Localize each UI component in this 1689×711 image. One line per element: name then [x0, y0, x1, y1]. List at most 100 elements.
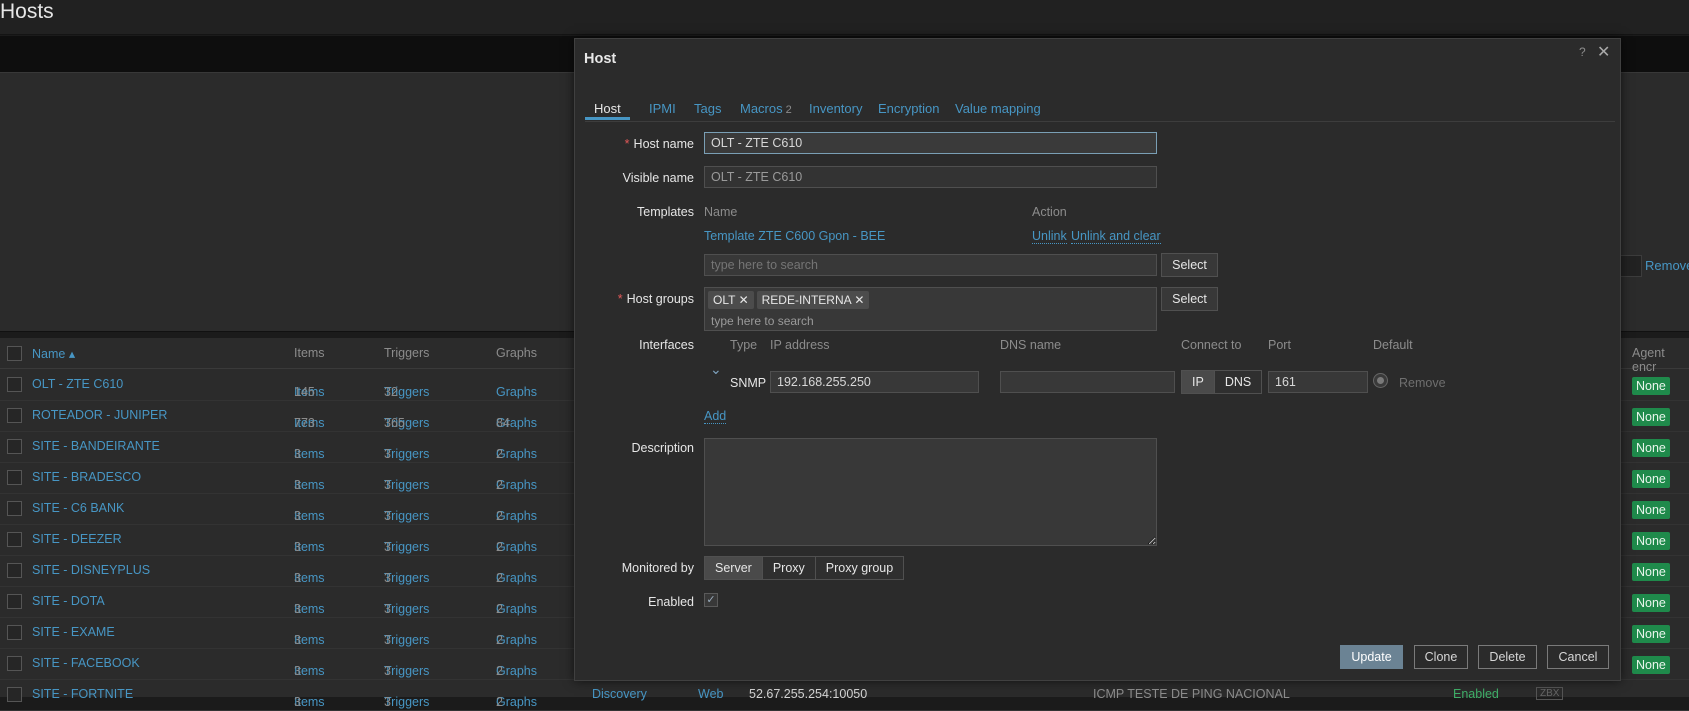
row-checkbox[interactable]: [7, 470, 22, 485]
row-checkbox[interactable]: [7, 656, 22, 671]
row-checkbox[interactable]: [7, 408, 22, 423]
row-checkbox[interactable]: [7, 377, 22, 392]
host-name-link[interactable]: SITE - FORTNITE: [32, 687, 133, 701]
items-count: 3: [294, 664, 301, 678]
graphs-link[interactable]: Graphs: [496, 385, 537, 399]
host-name-link[interactable]: SITE - BANDEIRANTE: [32, 439, 160, 453]
remove-tag-icon[interactable]: ✕: [854, 293, 864, 307]
column-graphs: Graphs: [496, 346, 537, 360]
host-name-input[interactable]: [704, 132, 1157, 154]
status-enabled[interactable]: Enabled: [1453, 687, 1499, 701]
tab-value-mapping[interactable]: Value mapping: [955, 101, 1041, 116]
graphs-count: 2: [496, 695, 503, 709]
items-count: 3: [294, 540, 301, 554]
iface-remove-button[interactable]: Remove: [1399, 376, 1446, 390]
triggers-count: 3: [384, 633, 391, 647]
iface-col-dns: DNS name: [1000, 338, 1062, 352]
web-link[interactable]: Web: [698, 687, 723, 701]
host-name-link[interactable]: OLT - ZTE C610: [32, 377, 123, 391]
help-icon[interactable]: ?: [1579, 45, 1586, 59]
host-name-link[interactable]: SITE - FACEBOOK: [32, 656, 140, 670]
agent-encryption-badge: None: [1632, 377, 1670, 395]
iface-port-input[interactable]: [1268, 371, 1368, 393]
row-checkbox[interactable]: [7, 563, 22, 578]
items-count: 3: [294, 695, 301, 709]
host-name-link[interactable]: SITE - DEEZER: [32, 532, 122, 546]
cancel-button[interactable]: Cancel: [1547, 645, 1609, 669]
tab-ipmi[interactable]: IPMI: [649, 101, 676, 116]
dialog-title: Host: [584, 51, 617, 67]
host-name-link[interactable]: SITE - EXAME: [32, 625, 115, 639]
discovery-link[interactable]: Discovery: [592, 687, 647, 701]
unlink-and-clear-button[interactable]: Unlink and clear: [1071, 229, 1161, 244]
filter-remove-link[interactable]: Remove: [1645, 258, 1689, 273]
items-count: 3: [294, 509, 301, 523]
graphs-count: 2: [496, 509, 503, 523]
monitored-proxy-option[interactable]: Proxy: [762, 557, 816, 579]
host-name-link[interactable]: SITE - DISNEYPLUS: [32, 563, 150, 577]
monitored-server-option[interactable]: Server: [705, 557, 763, 579]
graphs-count: 2: [496, 478, 503, 492]
chevron-down-icon[interactable]: ⌄: [710, 361, 722, 378]
add-interface-link[interactable]: Add: [704, 409, 727, 424]
host-name-link[interactable]: SITE - BRADESCO: [32, 470, 141, 484]
iface-dns-input[interactable]: [1000, 371, 1175, 393]
graphs-count: 84: [496, 416, 510, 430]
host-name-link[interactable]: ROTEADOR - JUNIPER: [32, 408, 167, 422]
host-dialog: Host ? ✕ Host IPMI Tags Macros 2 Inventor…: [574, 38, 1621, 681]
tab-inventory[interactable]: Inventory: [809, 101, 862, 116]
monitored-proxy-group-option[interactable]: Proxy group: [815, 557, 904, 579]
description-label: Description: [631, 441, 694, 455]
host-groups-search-placeholder[interactable]: type here to search: [711, 314, 814, 328]
column-name[interactable]: Name ▴: [32, 346, 75, 361]
connect-ip-option[interactable]: IP: [1182, 371, 1215, 393]
agent-encryption-badge: None: [1632, 439, 1670, 457]
host-groups-multiselect[interactable]: OLT ✕ REDE-INTERNA ✕ type here to search: [704, 287, 1157, 331]
items-count: 145: [294, 385, 315, 399]
tab-encryption[interactable]: Encryption: [878, 101, 939, 116]
tab-tags[interactable]: Tags: [694, 101, 721, 116]
iface-col-ip: IP address: [770, 338, 830, 352]
select-all-checkbox[interactable]: [7, 346, 22, 361]
tab-macros[interactable]: Macros 2: [740, 101, 792, 116]
agent-encryption-badge: None: [1632, 408, 1670, 426]
default-radio[interactable]: [1373, 373, 1388, 388]
template-search-input[interactable]: [704, 254, 1157, 276]
host-name-label: * Host name: [624, 137, 694, 151]
row-checkbox[interactable]: [7, 501, 22, 516]
row-checkbox[interactable]: [7, 687, 22, 702]
row-checkbox[interactable]: [7, 532, 22, 547]
update-button[interactable]: Update: [1340, 645, 1403, 669]
interfaces-label: Interfaces: [639, 338, 694, 352]
connect-dns-option[interactable]: DNS: [1214, 371, 1262, 393]
enabled-checkbox[interactable]: ✓: [704, 593, 718, 607]
dialog-tabs: Host IPMI Tags Macros 2 Inventory Encrypt…: [585, 87, 1615, 122]
description-textarea[interactable]: [704, 438, 1157, 546]
host-groups-select-button[interactable]: Select: [1161, 287, 1218, 311]
iface-ip-input[interactable]: [770, 371, 979, 393]
close-icon[interactable]: ✕: [1597, 42, 1610, 62]
tab-host[interactable]: Host: [594, 101, 621, 116]
agent-encryption-badge: None: [1632, 594, 1670, 612]
visible-name-input[interactable]: [704, 166, 1157, 188]
monitored-by-toggle: Server Proxy Proxy group: [704, 556, 905, 580]
template-select-button[interactable]: Select: [1161, 253, 1218, 277]
clone-button[interactable]: Clone: [1414, 645, 1468, 669]
tab-macros-count: 2: [785, 104, 792, 116]
template-link[interactable]: Template ZTE C600 Gpon - BEE: [704, 229, 885, 243]
row-checkbox[interactable]: [7, 439, 22, 454]
host-name-link[interactable]: SITE - DOTA: [32, 594, 105, 608]
row-checkbox[interactable]: [7, 625, 22, 640]
remove-tag-icon[interactable]: ✕: [739, 293, 749, 307]
table-row: SITE - FORTNITE Items 3 Triggers 3 Graphs 2…: [0, 679, 1689, 711]
row-checkbox[interactable]: [7, 594, 22, 609]
triggers-count: 3: [384, 447, 391, 461]
items-count: 3: [294, 478, 301, 492]
unlink-button[interactable]: Unlink: [1032, 229, 1067, 244]
templates-label: Templates: [637, 205, 694, 219]
delete-button[interactable]: Delete: [1478, 645, 1537, 669]
host-name-link[interactable]: SITE - C6 BANK: [32, 501, 124, 515]
agent-encryption-badge: None: [1632, 563, 1670, 581]
triggers-count: 3: [384, 695, 391, 709]
graphs-count: 2: [496, 540, 503, 554]
